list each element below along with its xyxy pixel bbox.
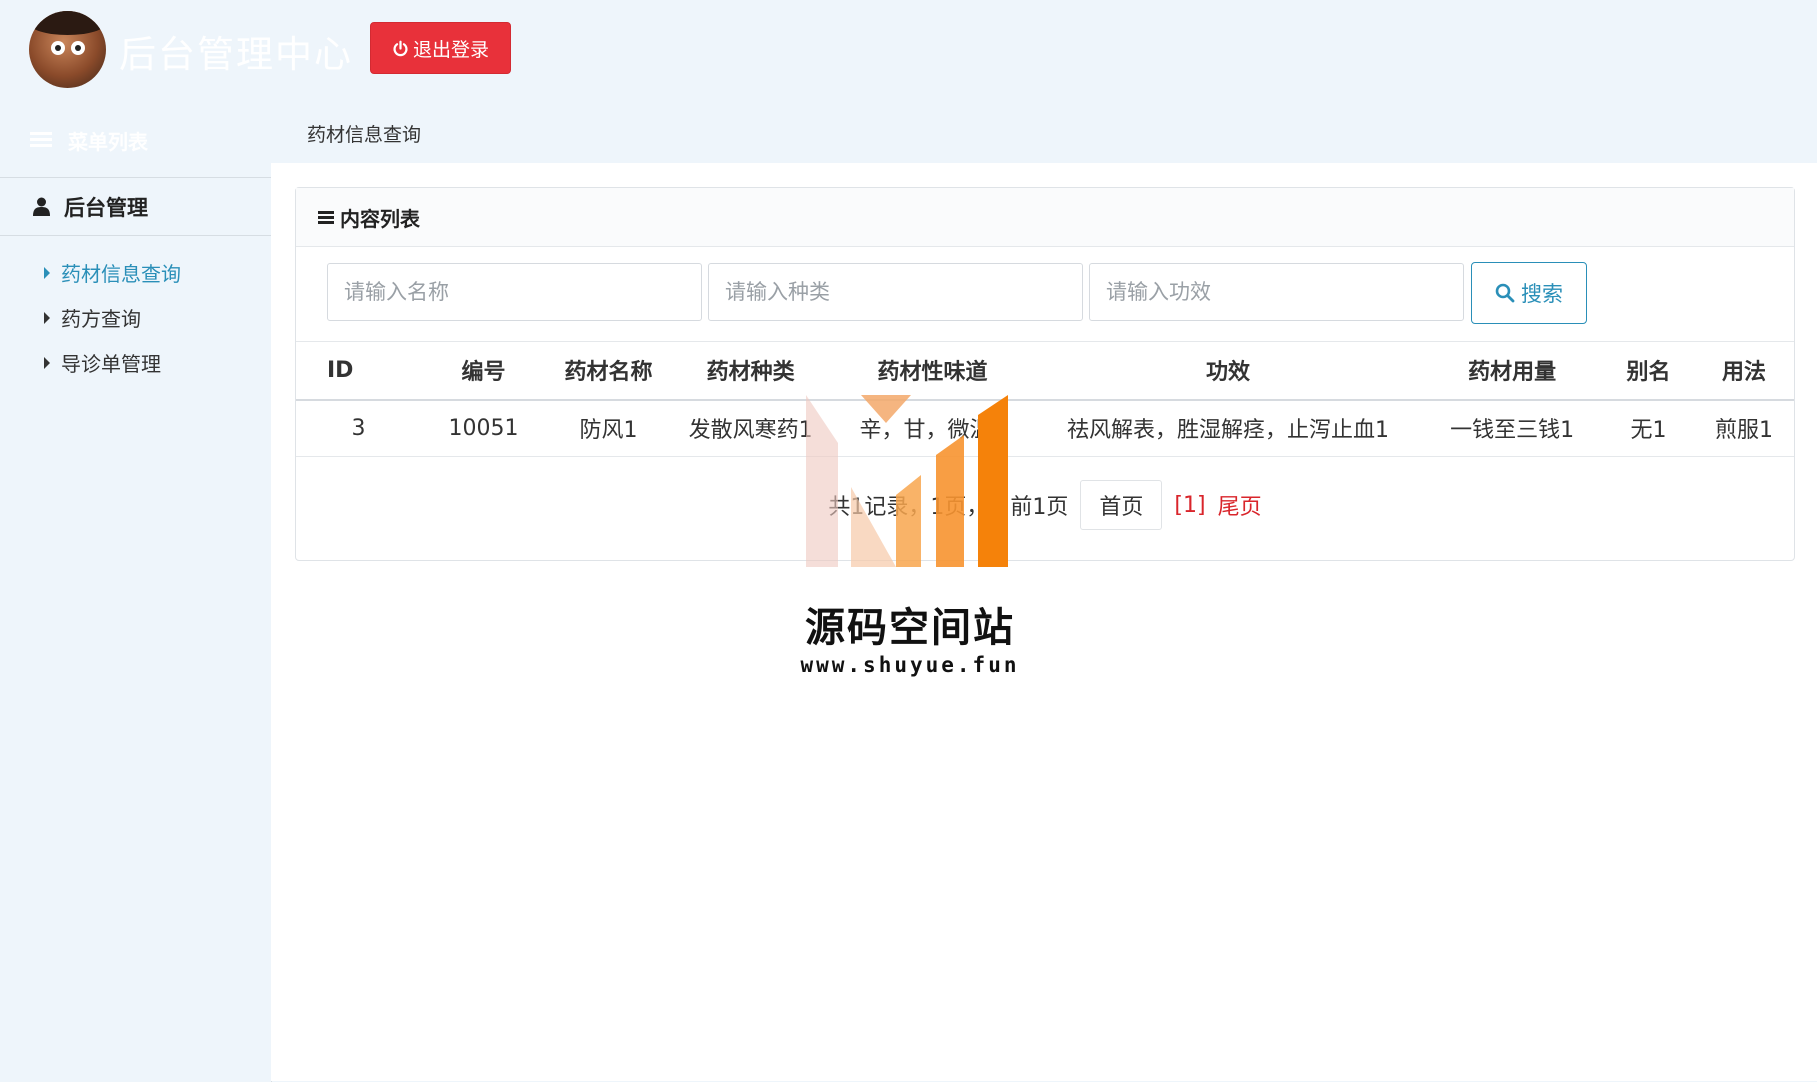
sidebar-item-prescription-query[interactable]: 药方查询 <box>0 295 271 340</box>
search-bar: 搜索 <box>327 262 1587 324</box>
column-header: 用法 <box>1693 341 1794 401</box>
avatar <box>29 11 106 88</box>
cell-name: 防风1 <box>546 399 672 457</box>
sidebar-group-label: 后台管理 <box>64 195 148 220</box>
column-header: 功效 <box>1034 341 1422 401</box>
pager-summary: 共1记录，1页，当前1页 <box>828 495 1069 520</box>
top-header: 后台管理中心 退出登录 <box>0 0 1817 100</box>
app-title: 后台管理中心 <box>119 33 353 76</box>
column-header: 编号 <box>421 341 547 401</box>
sidebar-item-guide-manage[interactable]: 导诊单管理 <box>0 340 271 385</box>
table-row[interactable]: 3 10051 防风1 发散风寒药1 辛，甘，微温1 祛风解表，胜湿解痉，止泻止… <box>296 399 1794 457</box>
column-header: 别名 <box>1603 341 1694 401</box>
logout-button[interactable]: 退出登录 <box>370 22 511 74</box>
cell-usage: 煎服1 <box>1693 399 1794 457</box>
pagination: 共1记录，1页，当前1页 首页 [1] 尾页 <box>296 480 1794 530</box>
cell-effect: 祛风解表，胜湿解痉，止泻止血1 <box>1034 399 1422 457</box>
user-icon <box>33 197 50 216</box>
cell-code: 10051 <box>421 399 547 457</box>
column-header: ID <box>296 341 422 401</box>
column-header: 药材性味道 <box>830 341 1035 401</box>
panel-title: 内容列表 <box>340 206 420 231</box>
menu-header: 菜单列表 <box>30 124 270 156</box>
bars-icon <box>30 132 52 148</box>
sidebar-item-herb-query[interactable]: 药材信息查询 <box>0 250 271 295</box>
effect-search-input[interactable] <box>1089 263 1464 321</box>
caret-right-icon <box>44 266 50 279</box>
last-page-link[interactable]: 尾页 <box>1218 489 1262 521</box>
search-icon <box>1495 283 1515 303</box>
type-search-input[interactable] <box>708 263 1083 321</box>
caret-right-icon <box>44 311 50 324</box>
panel-header: 内容列表 <box>296 188 1794 247</box>
content-panel: 内容列表 搜索 ID 编号 药材名称 药材种类 药材性味道 <box>295 187 1795 561</box>
tab-current[interactable]: 药材信息查询 <box>307 120 421 147</box>
sidebar-nav: 药材信息查询 药方查询 导诊单管理 <box>0 236 271 385</box>
search-button-label: 搜索 <box>1521 282 1563 306</box>
cell-type: 发散风寒药1 <box>671 399 831 457</box>
main-content: 内容列表 搜索 ID 编号 药材名称 药材种类 药材性味道 <box>271 163 1817 1081</box>
table-header-row: ID 编号 药材名称 药材种类 药材性味道 功效 药材用量 别名 用法 <box>296 341 1794 401</box>
cell-alias: 无1 <box>1603 399 1694 457</box>
list-icon <box>318 210 334 224</box>
sidebar-item-label: 药方查询 <box>61 307 141 331</box>
search-button[interactable]: 搜索 <box>1471 262 1587 324</box>
column-header: 药材种类 <box>671 341 831 401</box>
cell-id: 3 <box>296 399 422 457</box>
name-search-input[interactable] <box>327 263 702 321</box>
caret-right-icon <box>44 356 50 369</box>
cell-dosage: 一钱至三钱1 <box>1421 399 1603 457</box>
column-header: 药材名称 <box>546 341 672 401</box>
logout-label: 退出登录 <box>412 38 489 61</box>
menu-header-label: 菜单列表 <box>68 129 148 154</box>
sidebar-item-label: 导诊单管理 <box>61 352 161 376</box>
herb-table: ID 编号 药材名称 药材种类 药材性味道 功效 药材用量 别名 用法 3 10… <box>296 341 1794 457</box>
current-page-link[interactable]: [1] <box>1174 493 1205 518</box>
sidebar-item-label: 药材信息查询 <box>61 262 181 286</box>
first-page-button[interactable]: 首页 <box>1080 480 1163 530</box>
cell-taste: 辛，甘，微温1 <box>830 399 1035 457</box>
column-header: 药材用量 <box>1421 341 1603 401</box>
sidebar: 后台管理 药材信息查询 药方查询 导诊单管理 <box>0 163 272 1082</box>
sidebar-group-admin[interactable]: 后台管理 <box>0 178 271 236</box>
power-icon <box>392 40 409 57</box>
